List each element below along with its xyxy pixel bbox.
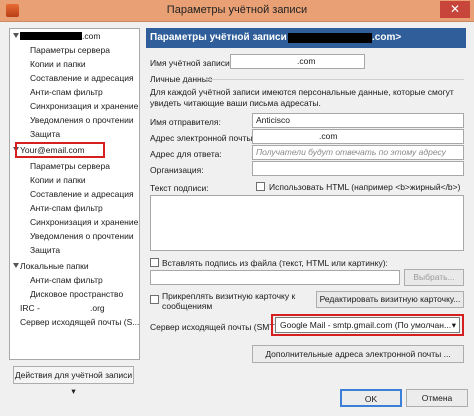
redacted-block — [20, 32, 82, 40]
tree-item-junk[interactable]: Анти-спам фильтр — [10, 201, 139, 215]
sender-name-label: Имя отправителя: — [150, 117, 221, 127]
tree-item-server-settings[interactable]: Параметры сервера — [10, 43, 139, 57]
tree-item-copies-folders[interactable]: Копии и папки — [10, 57, 139, 71]
tree-item-server-settings[interactable]: Параметры сервера — [10, 159, 139, 173]
redacted-block — [288, 33, 372, 43]
account-actions-button[interactable]: Действия для учётной записи ▾ — [13, 366, 134, 396]
tree-item-disk-space[interactable]: Дисковое пространство — [10, 287, 139, 301]
attach-vcard-checkbox[interactable] — [150, 295, 159, 304]
account-highlight-box — [15, 142, 105, 158]
title-bar: Параметры учётной записи ✕ — [0, 0, 474, 22]
more-identities-button[interactable]: Дополнительные адреса электронной почты … — [252, 345, 464, 363]
tree-irc-account[interactable]: IRC - .org — [10, 301, 139, 315]
tree-account-1[interactable]: .com — [10, 29, 139, 43]
tree-item-outgoing-server[interactable]: Сервер исходящей почты (S... — [10, 315, 139, 329]
edit-vcard-button[interactable]: Редактировать визитную карточку... — [316, 291, 464, 308]
browse-button[interactable]: Выбрать... — [404, 269, 464, 286]
tree-item-security[interactable]: Защита — [10, 243, 139, 257]
use-html-checkbox[interactable] — [256, 182, 265, 191]
tree-item-sync[interactable]: Синхронизация и хранение — [10, 99, 139, 113]
reply-to-input[interactable]: Получатели будут отвечать по этому адрес… — [252, 145, 464, 160]
sender-name-input[interactable]: Anticisco — [252, 113, 464, 128]
signature-textarea[interactable] — [150, 195, 464, 251]
settings-header: Параметры учётной записи - .com> — [146, 28, 466, 48]
account-name-input[interactable]: .com — [230, 54, 365, 69]
account-tree[interactable]: .com Параметры сервера Копии и папки Сос… — [9, 28, 140, 360]
tree-local-folders[interactable]: Локальные папки — [10, 259, 139, 273]
window-title: Параметры учётной записи — [166, 4, 308, 16]
identity-section-title: Личные данные — [150, 74, 213, 84]
organization-label: Организация: — [150, 165, 204, 175]
tree-item-copies-folders[interactable]: Копии и папки — [10, 173, 139, 187]
signature-label: Текст подписи: — [150, 183, 209, 193]
tree-item-composition[interactable]: Составление и адресация — [10, 71, 139, 85]
collapse-icon[interactable] — [13, 263, 19, 268]
tree-item-junk[interactable]: Анти-спам фильтр — [10, 85, 139, 99]
attach-vcard-label: Прикреплять визитную карточку к сообщени… — [162, 291, 296, 311]
use-html-label: Использовать HTML (например <b>жирный</b… — [269, 182, 461, 192]
tree-item-composition[interactable]: Составление и адресация — [10, 187, 139, 201]
signature-file-input[interactable] — [150, 270, 400, 285]
tree-item-junk[interactable]: Анти-спам фильтр — [10, 273, 139, 287]
attach-file-label: Вставлять подпись из файла (текст, HTML … — [162, 258, 388, 268]
reply-to-label: Адрес для ответа: — [150, 149, 222, 159]
organization-input[interactable] — [252, 161, 464, 176]
collapse-icon[interactable] — [13, 33, 19, 38]
section-divider — [206, 79, 464, 80]
cancel-button[interactable]: Отмена — [406, 389, 468, 407]
tree-item-receipts[interactable]: Уведомления о прочтении — [10, 113, 139, 127]
smtp-label: Сервер исходящей почты (SMTP) — [150, 322, 284, 332]
ok-button[interactable]: OK — [340, 389, 402, 407]
account-name-label: Имя учётной записи: — [150, 58, 233, 68]
email-label: Адрес электронной почты: — [150, 133, 255, 143]
identity-description: Для каждой учётной записи имеются персон… — [150, 87, 454, 108]
attach-file-checkbox[interactable] — [150, 258, 159, 267]
tree-item-receipts[interactable]: Уведомления о прочтении — [10, 229, 139, 243]
tree-item-security[interactable]: Защита — [10, 127, 139, 141]
smtp-server-select[interactable]: Google Mail - smtp.gmail.com (По умолчан… — [275, 317, 460, 333]
close-icon[interactable]: ✕ — [440, 1, 470, 18]
email-input[interactable]: .com — [252, 129, 464, 144]
chevron-down-icon[interactable]: ▾ — [452, 318, 456, 332]
tree-item-sync[interactable]: Синхронизация и хранение — [10, 215, 139, 229]
